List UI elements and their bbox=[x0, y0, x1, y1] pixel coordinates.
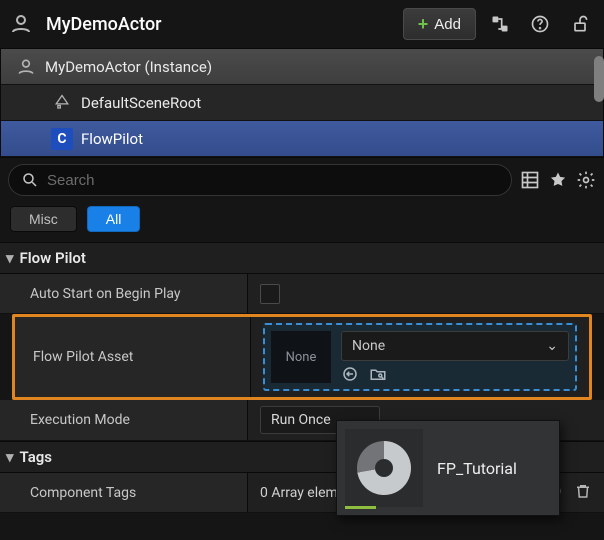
filter-misc[interactable]: Misc bbox=[10, 206, 77, 232]
outliner-row-root[interactable]: MyDemoActor (Instance) bbox=[1, 49, 603, 85]
chevron-down-icon: ▾ bbox=[6, 448, 14, 466]
help-icon[interactable] bbox=[524, 8, 556, 40]
favorites-icon[interactable] bbox=[548, 170, 568, 190]
outliner-root-label: MyDemoActor (Instance) bbox=[45, 58, 212, 76]
add-label: Add bbox=[434, 16, 461, 33]
chevron-down-icon: ⌄ bbox=[546, 338, 558, 354]
outliner-row-flowpilot[interactable]: C FlowPilot bbox=[1, 121, 603, 157]
checkbox-auto-start[interactable] bbox=[260, 284, 280, 304]
outliner-flowpilot-label: FlowPilot bbox=[81, 130, 143, 148]
asset-dropdown[interactable]: None ⌄ bbox=[341, 331, 569, 361]
chevron-down-icon: ▾ bbox=[6, 249, 14, 267]
lock-icon[interactable] bbox=[564, 8, 596, 40]
search-box[interactable] bbox=[8, 164, 512, 196]
search-row bbox=[0, 158, 604, 202]
prop-auto-start: Auto Start on Begin Play bbox=[0, 274, 604, 314]
clear-array-icon[interactable] bbox=[574, 482, 592, 504]
label-flow-pilot-asset: Flow Pilot Asset bbox=[15, 317, 251, 397]
outliner-row-default-scene-root[interactable]: DefaultSceneRoot bbox=[1, 85, 603, 121]
scene-root-icon bbox=[51, 92, 73, 114]
browse-icon[interactable] bbox=[369, 365, 387, 383]
label-execution-mode: Execution Mode bbox=[0, 400, 248, 440]
search-input[interactable] bbox=[47, 172, 499, 189]
drag-asset-tooltip: FP_Tutorial bbox=[336, 420, 560, 516]
section-tags-title: Tags bbox=[20, 448, 53, 466]
label-component-tags: Component Tags bbox=[0, 473, 248, 512]
label-auto-start: Auto Start on Begin Play bbox=[0, 274, 248, 313]
blueprint-icon[interactable] bbox=[484, 8, 516, 40]
asset-dropdown-value: None bbox=[352, 338, 385, 354]
filter-all[interactable]: All bbox=[87, 206, 141, 232]
tooltip-thumbnail bbox=[345, 429, 423, 507]
add-component-button[interactable]: + Add bbox=[403, 8, 476, 40]
outliner-scene-root-label: DefaultSceneRoot bbox=[81, 94, 201, 112]
actor-icon bbox=[15, 56, 37, 78]
property-matrix-icon[interactable] bbox=[520, 170, 540, 190]
actor-title: MyDemoActor bbox=[46, 14, 403, 35]
flowpilot-icon: C bbox=[51, 128, 73, 150]
actor-icon bbox=[8, 11, 34, 37]
asset-drop-target[interactable]: None None ⌄ bbox=[263, 323, 577, 391]
use-selected-icon[interactable] bbox=[341, 365, 359, 383]
details-header: MyDemoActor + Add bbox=[0, 0, 604, 48]
tooltip-label: FP_Tutorial bbox=[437, 459, 517, 478]
pie-chart-icon bbox=[357, 441, 411, 495]
section-flow-pilot[interactable]: ▾ Flow Pilot bbox=[0, 242, 604, 274]
settings-icon[interactable] bbox=[576, 170, 596, 190]
outliner-scrollbar[interactable] bbox=[594, 56, 604, 102]
plus-icon: + bbox=[418, 15, 429, 33]
prop-flow-pilot-asset-highlight: Flow Pilot Asset None None ⌄ bbox=[12, 314, 592, 400]
component-outliner: MyDemoActor (Instance) DefaultSceneRoot … bbox=[0, 48, 604, 158]
execution-value: Run Once bbox=[271, 412, 331, 428]
asset-thumbnail[interactable]: None bbox=[271, 331, 331, 383]
section-flow-pilot-title: Flow Pilot bbox=[20, 249, 86, 267]
filter-row: Misc All bbox=[0, 202, 604, 242]
search-icon bbox=[21, 171, 39, 189]
